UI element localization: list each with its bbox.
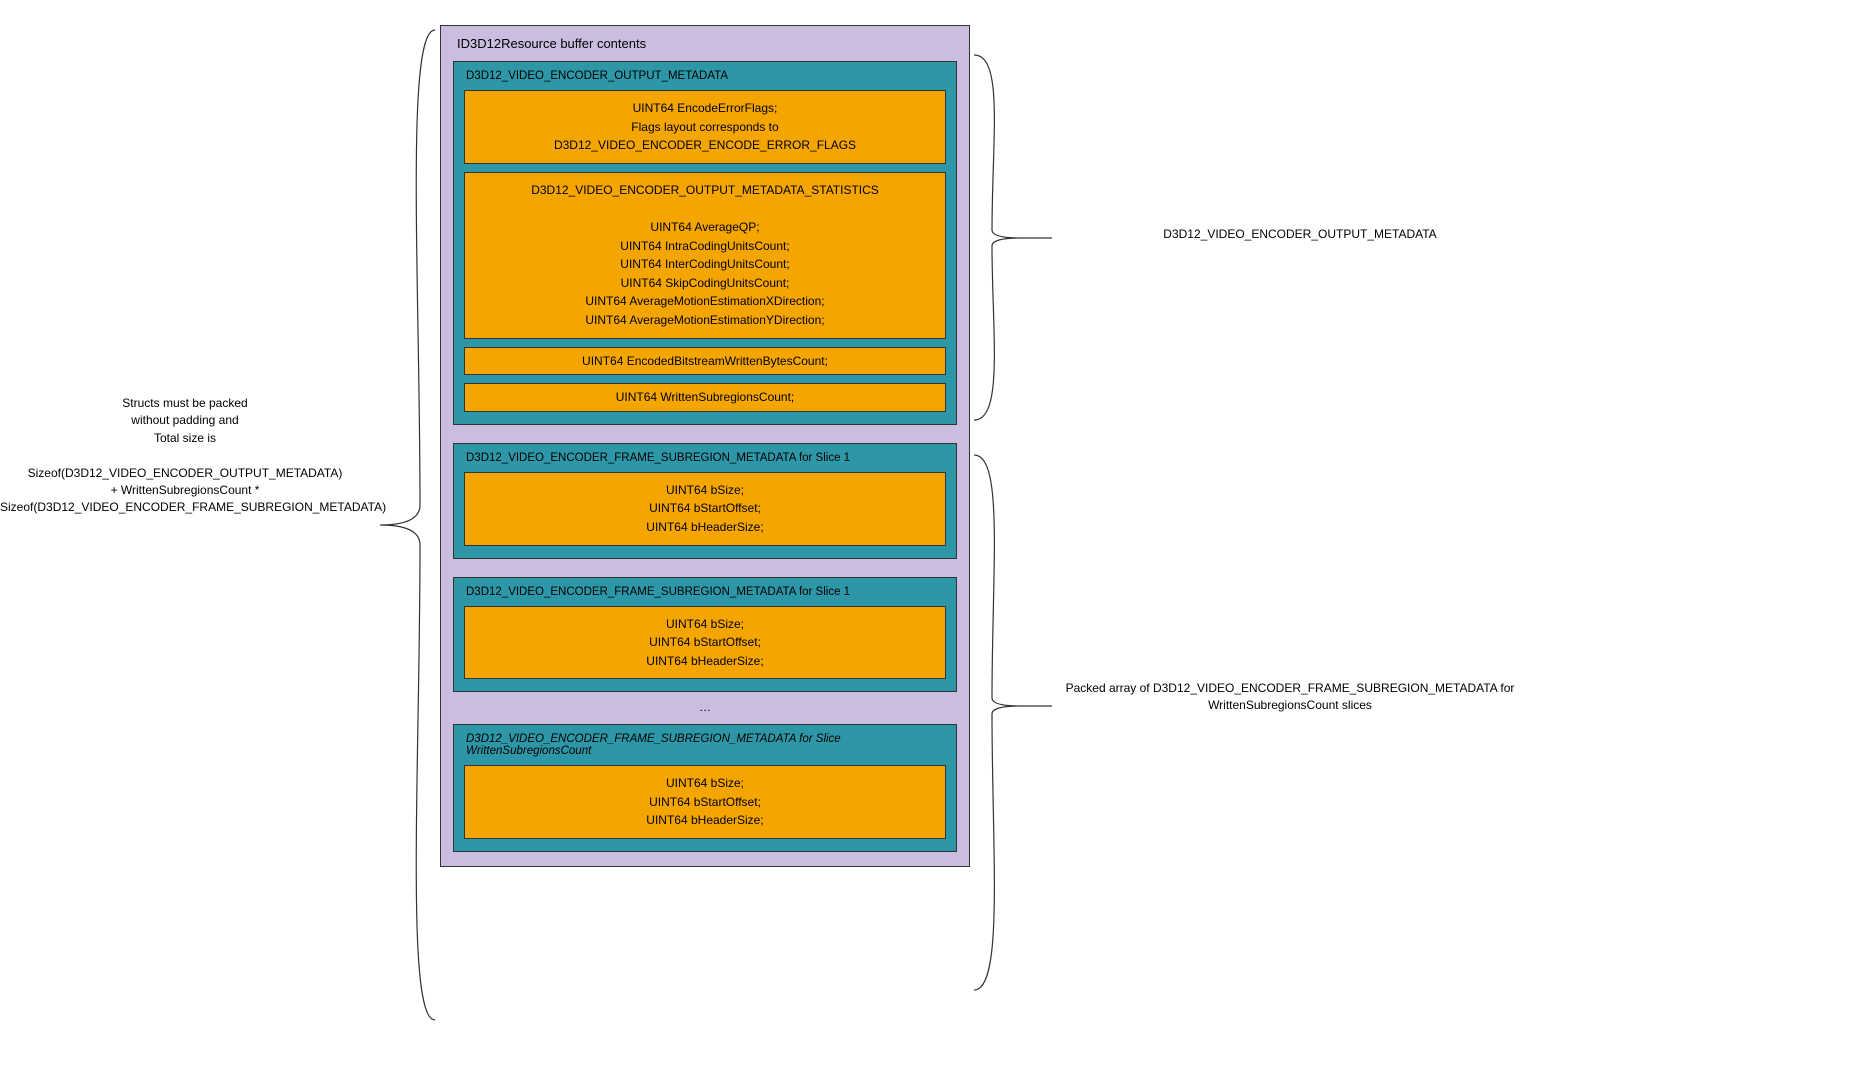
slice-fields-box: UINT64 bSize; UINT64 bStartOffset; UINT6…	[464, 472, 946, 546]
text: Packed array of D3D12_VIDEO_ENCODER_FRAM…	[1030, 680, 1550, 697]
right-metadata-label: D3D12_VIDEO_ENCODER_OUTPUT_METADATA	[1040, 227, 1560, 241]
text: UINT64 bHeaderSize;	[471, 652, 939, 671]
brace-right-bottom-icon	[972, 450, 1052, 995]
text: UINT64 IntraCodingUnitsCount;	[471, 237, 939, 256]
text: D3D12_VIDEO_ENCODER_ENCODE_ERROR_FLAGS	[471, 136, 939, 155]
encoded-bitstream-bytes-box: UINT64 EncodedBitstreamWrittenBytesCount…	[464, 347, 946, 376]
text: D3D12_VIDEO_ENCODER_FRAME_SUBREGION_META…	[466, 733, 946, 745]
text: UINT64 SkipCodingUnitsCount;	[471, 274, 939, 293]
slice-fields-box: UINT64 bSize; UINT64 bStartOffset; UINT6…	[464, 765, 946, 839]
text: UINT64 bStartOffset;	[471, 499, 939, 518]
text: without padding and	[0, 412, 370, 429]
text: WrittenSubregionsCount	[466, 745, 946, 757]
text: Flags layout corresponds to	[471, 118, 939, 137]
text: UINT64 bStartOffset;	[471, 793, 939, 812]
text: Sizeof(D3D12_VIDEO_ENCODER_FRAME_SUBREGI…	[0, 499, 370, 516]
text: WrittenSubregionsCount slices	[1030, 697, 1550, 714]
right-subregion-label: Packed array of D3D12_VIDEO_ENCODER_FRAM…	[1030, 680, 1550, 715]
output-metadata-title: D3D12_VIDEO_ENCODER_OUTPUT_METADATA	[464, 70, 946, 90]
text: D3D12_VIDEO_ENCODER_OUTPUT_METADATA_STAT…	[471, 181, 939, 200]
subregion-metadata-slice1-box: D3D12_VIDEO_ENCODER_FRAME_SUBREGION_META…	[453, 443, 957, 559]
text: UINT64 bStartOffset;	[471, 633, 939, 652]
text: UINT64 bHeaderSize;	[471, 811, 939, 830]
text: UINT64 bHeaderSize;	[471, 518, 939, 537]
slice-title: D3D12_VIDEO_ENCODER_FRAME_SUBREGION_META…	[464, 733, 946, 765]
text: Total size is	[0, 430, 370, 447]
brace-right-top-icon	[972, 50, 1052, 425]
subregion-metadata-slice-n-box: D3D12_VIDEO_ENCODER_FRAME_SUBREGION_META…	[453, 724, 957, 852]
text: UINT64 EncodedBitstreamWrittenBytesCount…	[582, 354, 828, 368]
text	[471, 199, 939, 218]
text: D3D12_VIDEO_ENCODER_OUTPUT_METADATA	[1163, 227, 1436, 241]
buffer-contents-container: ID3D12Resource buffer contents D3D12_VID…	[440, 25, 970, 867]
buffer-contents-title: ID3D12Resource buffer contents	[453, 34, 957, 61]
text: UINT64 EncodeErrorFlags;	[471, 99, 939, 118]
text: UINT64 AverageQP;	[471, 218, 939, 237]
slice-fields-box: UINT64 bSize; UINT64 bStartOffset; UINT6…	[464, 606, 946, 680]
diagram-stage: Structs must be packed without padding a…	[0, 0, 1862, 1071]
text: Sizeof(D3D12_VIDEO_ENCODER_OUTPUT_METADA…	[0, 465, 370, 482]
text: Structs must be packed	[0, 395, 370, 412]
slice-title: D3D12_VIDEO_ENCODER_FRAME_SUBREGION_META…	[464, 586, 946, 606]
ellipsis: …	[453, 700, 957, 714]
text: UINT64 WrittenSubregionsCount;	[616, 390, 795, 404]
left-size-note: Structs must be packed without padding a…	[0, 395, 370, 517]
slice-title: D3D12_VIDEO_ENCODER_FRAME_SUBREGION_META…	[464, 452, 946, 472]
text: UINT64 bSize;	[471, 615, 939, 634]
encode-error-flags-box: UINT64 EncodeErrorFlags; Flags layout co…	[464, 90, 946, 164]
output-metadata-statistics-box: D3D12_VIDEO_ENCODER_OUTPUT_METADATA_STAT…	[464, 172, 946, 339]
text: UINT64 AverageMotionEstimationXDirection…	[471, 292, 939, 311]
text: UINT64 bSize;	[471, 774, 939, 793]
subregion-metadata-slice2-box: D3D12_VIDEO_ENCODER_FRAME_SUBREGION_META…	[453, 577, 957, 693]
written-subregions-count-box: UINT64 WrittenSubregionsCount;	[464, 383, 946, 412]
text	[0, 447, 370, 464]
text: UINT64 bSize;	[471, 481, 939, 500]
output-metadata-box: D3D12_VIDEO_ENCODER_OUTPUT_METADATA UINT…	[453, 61, 957, 425]
text: UINT64 AverageMotionEstimationYDirection…	[471, 311, 939, 330]
text: UINT64 InterCodingUnitsCount;	[471, 255, 939, 274]
brace-left-icon	[375, 25, 440, 1025]
text: + WrittenSubregionsCount *	[0, 482, 370, 499]
